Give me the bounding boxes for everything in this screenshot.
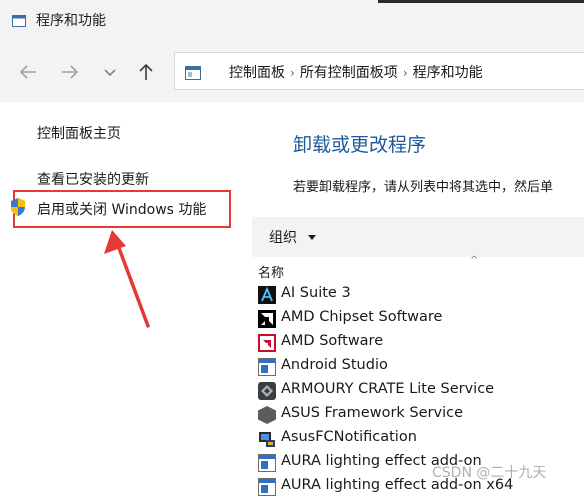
recent-locations-chevron-icon[interactable] <box>98 60 122 84</box>
window-app-icon <box>258 358 276 376</box>
program-name: ASUS Framework Service <box>281 405 464 421</box>
breadcrumb-item-control-panel[interactable]: 控制面板 <box>229 65 285 81</box>
armoury-crate-icon <box>258 382 276 400</box>
title-strip <box>378 0 584 3</box>
window-title: 程序和功能 <box>36 13 106 29</box>
control-panel-icon <box>12 12 26 27</box>
amd-logo-icon <box>258 310 276 328</box>
breadcrumb-item-all-items[interactable]: 所有控制面板项 <box>300 65 398 81</box>
page-title: 卸载或更改程序 <box>293 134 427 156</box>
watermark: CSDN @二十九天 <box>432 465 547 481</box>
instructions-text: 若要卸载程序，请从列表中将其选中，然后单 <box>293 180 554 195</box>
control-panel-home-link[interactable]: 控制面板主页 <box>37 123 121 143</box>
amd-software-icon <box>258 334 276 352</box>
back-arrow-icon[interactable] <box>16 60 40 84</box>
asus-framework-icon <box>258 406 276 424</box>
window-app-icon <box>258 478 276 496</box>
view-installed-updates-link[interactable]: 查看已安装的更新 <box>37 169 149 189</box>
breadcrumb-separator-icon[interactable]: › <box>403 66 408 80</box>
program-name: AMD Software <box>281 333 384 349</box>
program-name: ARMOURY CRATE Lite Service <box>281 381 495 397</box>
program-name: AI Suite 3 <box>281 285 351 301</box>
program-name: Android Studio <box>281 357 388 373</box>
column-header-name[interactable]: 名称 <box>258 262 284 281</box>
installer-icon <box>258 430 276 448</box>
breadcrumb: 控制面板 › 所有控制面板项 › 程序和功能 <box>229 62 483 82</box>
uac-shield-icon <box>10 197 26 217</box>
address-bar[interactable]: 控制面板 › 所有控制面板项 › 程序和功能 <box>174 52 584 90</box>
annotation-arrow-icon <box>104 230 150 328</box>
program-name: AMD Chipset Software <box>281 309 443 325</box>
breadcrumb-separator-icon[interactable]: › <box>290 66 295 80</box>
up-arrow-icon[interactable] <box>134 60 158 84</box>
organize-button[interactable]: 组织 <box>269 227 297 247</box>
program-name: AsusFCNotification <box>281 429 417 445</box>
windows-features-link[interactable]: 启用或关闭 Windows 功能 <box>37 199 206 219</box>
caret-down-icon[interactable] <box>308 235 316 240</box>
sort-ascending-icon: ^ <box>470 255 479 266</box>
list-toolbar: 组织 <box>252 217 584 257</box>
navigation-bar: 控制面板 › 所有控制面板项 › 程序和功能 <box>0 40 584 102</box>
control-panel-icon <box>185 65 201 80</box>
window-app-icon <box>258 454 276 472</box>
title-bar: 程序和功能 <box>0 0 584 40</box>
breadcrumb-item-programs[interactable]: 程序和功能 <box>413 65 483 81</box>
forward-arrow-icon[interactable] <box>58 60 82 84</box>
ai-suite-icon <box>258 286 276 304</box>
